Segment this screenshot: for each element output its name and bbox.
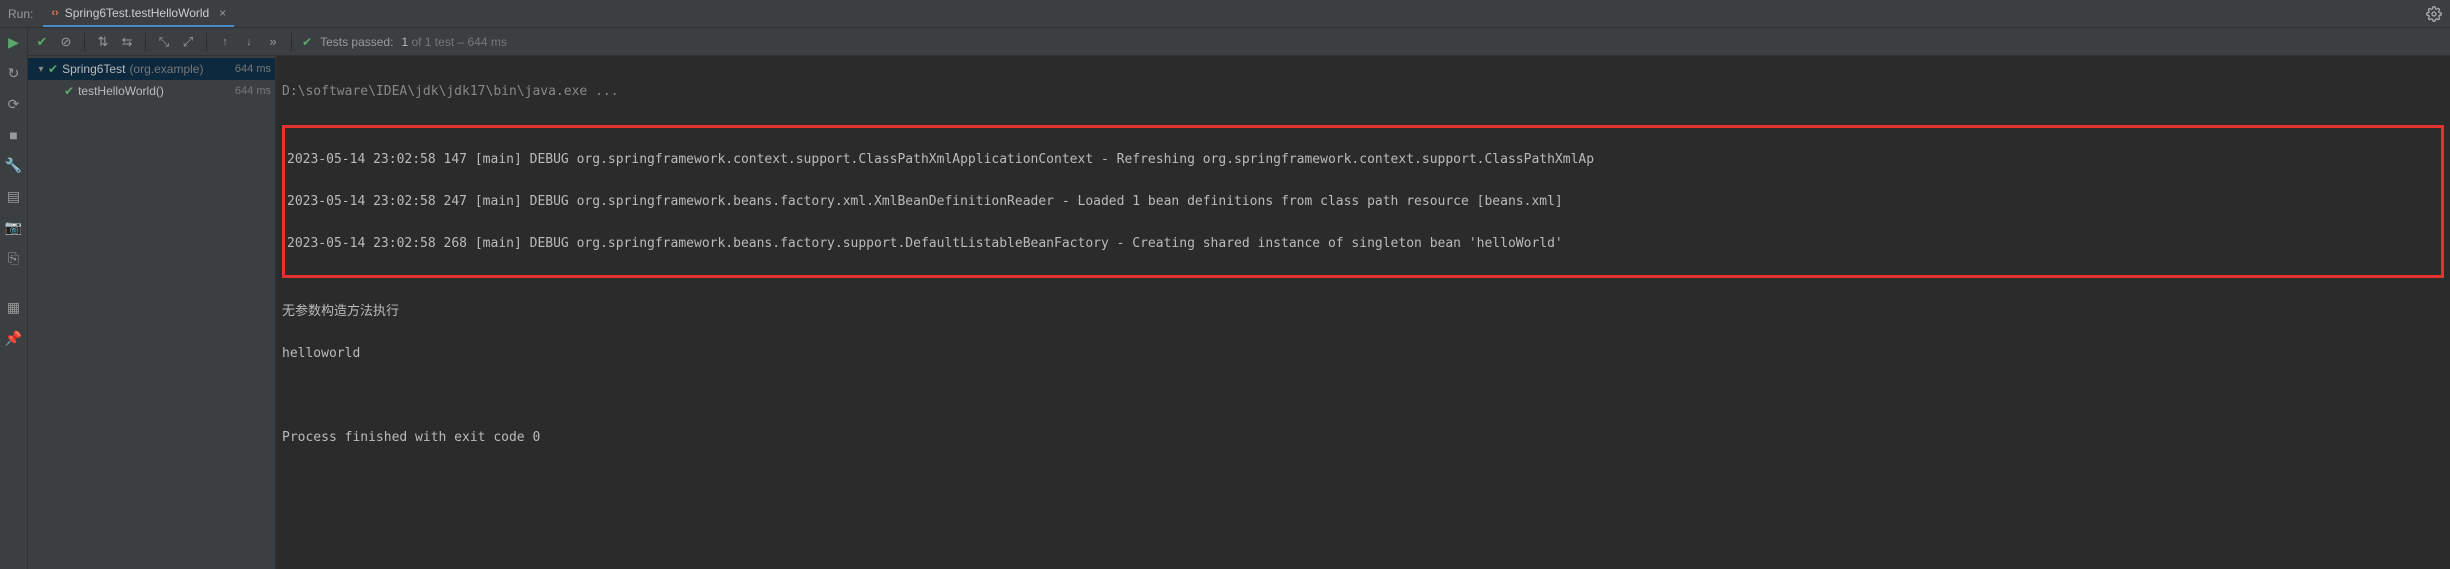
separator-icon [206, 33, 207, 51]
tests-duration: – 644 ms [454, 35, 507, 49]
highlighted-log-region: 2023-05-14 23:02:58 147 [main] DEBUG org… [282, 125, 2444, 278]
tests-passed-label: Tests passed: [320, 35, 393, 49]
close-tab-icon[interactable]: × [219, 6, 226, 20]
tests-total: of 1 test [408, 35, 454, 49]
test-tree-panel: ▾ ✔ Spring6Test(org.example) 644 ms ✔ te… [28, 56, 276, 569]
tests-passed-check-icon: ✔ [302, 35, 312, 49]
prev-failed-icon[interactable]: ↑ [217, 36, 233, 48]
show-passed-icon[interactable]: ✔ [34, 34, 50, 50]
run-label: Run: [8, 7, 33, 21]
sort-duration-icon[interactable]: ⇆ [119, 34, 135, 50]
blank-line [282, 385, 2444, 406]
test-method-name: testHelloWorld() [78, 84, 229, 98]
separator-icon [84, 33, 85, 51]
exit-code-line: Process finished with exit code 0 [282, 427, 2444, 448]
main-area: ▶ ↻ ⟳ ■ 🔧 ▤ 📷 ⎘ ▦ 📌 ✔ ⊘ ⇅ ⇆ ⤡ ⤢ ↑ ↓ » ✔ … [0, 28, 2450, 569]
test-toolbar: ✔ ⊘ ⇅ ⇆ ⤡ ⤢ ↑ ↓ » ✔ Tests passed: 1 of 1… [28, 28, 2450, 56]
stdout-line: 无参数构造方法执行 [282, 301, 2444, 322]
run-config-title: Spring6Test.testHelloWorld [65, 6, 210, 20]
rerun-failed-button[interactable]: ↻ [8, 65, 20, 82]
test-tree-root[interactable]: ▾ ✔ Spring6Test(org.example) 644 ms [28, 58, 275, 80]
view-mode-button[interactable]: ▦ [7, 299, 20, 316]
log-line: 2023-05-14 23:02:58 247 [main] DEBUG org… [287, 191, 2439, 212]
content-area: ✔ ⊘ ⇅ ⇆ ⤡ ⤢ ↑ ↓ » ✔ Tests passed: 1 of 1… [28, 28, 2450, 569]
log-line: 2023-05-14 23:02:58 147 [main] DEBUG org… [287, 149, 2439, 170]
expand-all-icon[interactable]: ⤡ [156, 34, 172, 50]
stop-button[interactable]: ■ [9, 127, 17, 143]
test-pass-icon: ✔ [64, 84, 74, 98]
body-split: ▾ ✔ Spring6Test(org.example) 644 ms ✔ te… [28, 56, 2450, 569]
settings-button[interactable] [2426, 0, 2442, 27]
dump-threads-button[interactable]: 🔧 [5, 157, 22, 174]
console-output[interactable]: D:\software\IDEA\jdk\jdk17\bin\java.exe … [276, 56, 2450, 569]
expander-icon[interactable]: ▾ [34, 64, 48, 75]
show-ignored-icon[interactable]: ⊘ [58, 34, 74, 50]
toggle-autotest-button[interactable]: ⟳ [8, 96, 20, 113]
left-action-rail: ▶ ↻ ⟳ ■ 🔧 ▤ 📷 ⎘ ▦ 📌 [0, 28, 28, 569]
stdout-line: helloworld [282, 343, 2444, 364]
test-duration: 644 ms [235, 85, 271, 97]
test-tree-item[interactable]: ✔ testHelloWorld() 644 ms [28, 80, 275, 102]
screenshot-button[interactable]: 📷 [5, 219, 22, 236]
exit-button[interactable]: ⎘ [8, 250, 19, 267]
next-failed-icon[interactable]: ↓ [241, 36, 257, 48]
log-line: 2023-05-14 23:02:58 268 [main] DEBUG org… [287, 233, 2439, 254]
layout-button[interactable]: ▤ [7, 188, 20, 205]
command-line: D:\software\IDEA\jdk\jdk17\bin\java.exe … [282, 81, 2444, 102]
test-class-name: Spring6Test(org.example) [62, 62, 229, 76]
sort-alpha-icon[interactable]: ⇅ [95, 34, 111, 50]
collapse-all-icon[interactable]: ⤢ [180, 34, 196, 50]
test-config-icon: ‹› [51, 7, 58, 19]
more-icon[interactable]: » [265, 34, 281, 49]
separator-icon [291, 33, 292, 51]
test-pass-icon: ✔ [48, 62, 58, 76]
pin-button[interactable]: 📌 [5, 330, 22, 347]
separator-icon [145, 33, 146, 51]
test-duration: 644 ms [235, 63, 271, 75]
rerun-button[interactable]: ▶ [8, 34, 19, 51]
window-header: Run: ‹› Spring6Test.testHelloWorld × [0, 0, 2450, 28]
gear-icon [2426, 6, 2442, 22]
test-package: (org.example) [129, 62, 203, 76]
run-config-tab[interactable]: ‹› Spring6Test.testHelloWorld × [43, 0, 234, 27]
